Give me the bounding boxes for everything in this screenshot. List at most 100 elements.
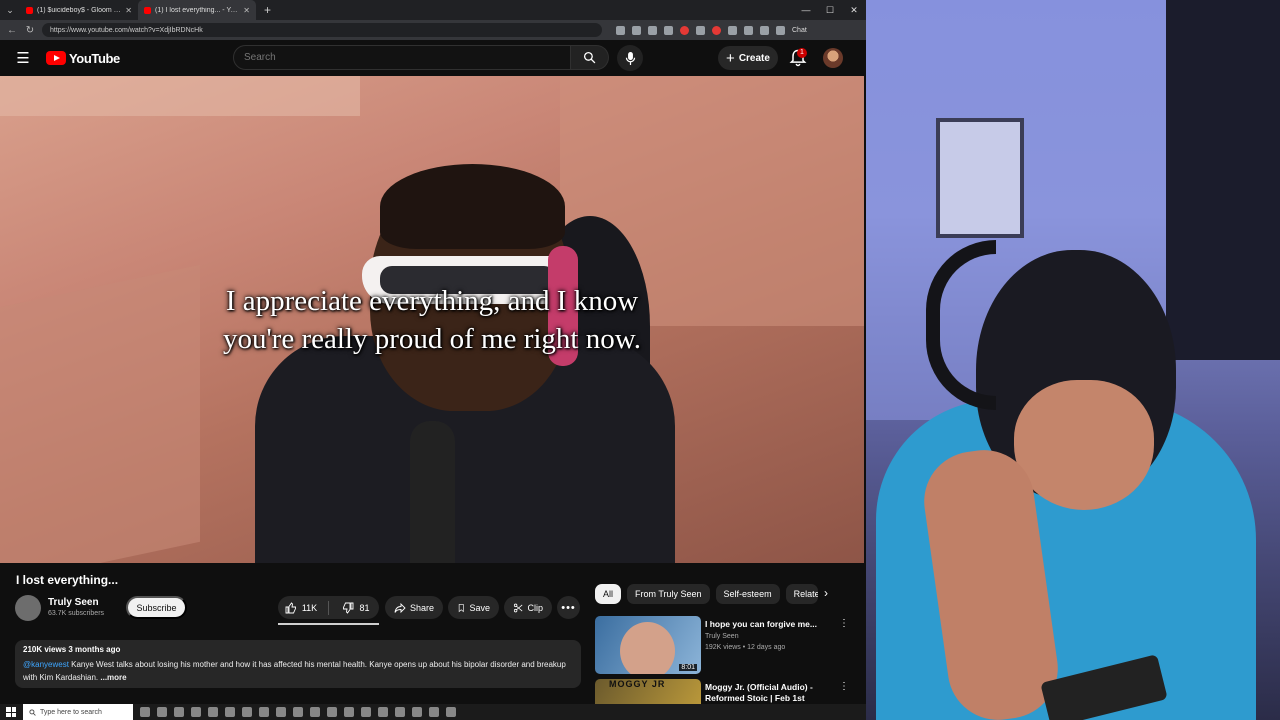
view-count-date: 210K views 3 months ago [23, 645, 121, 654]
channel-avatar[interactable] [15, 595, 41, 621]
clip-button[interactable]: Clip [504, 596, 552, 619]
recommendation-item[interactable]: MOGGY JR Moggy Jr. (Official Audio) - Re… [595, 679, 855, 704]
folder-icon[interactable] [208, 707, 218, 717]
youtube-logo[interactable]: YouTube [46, 51, 120, 66]
minimize-icon[interactable]: — [794, 5, 818, 16]
extension-icon[interactable] [632, 25, 641, 35]
screen: ⌄ (1) $uicideboy$ - Gloom - YouTube ✕ (1… [0, 0, 1280, 720]
reload-icon[interactable]: ↻ [24, 25, 36, 36]
recommendation-channel[interactable]: Truly Seen [705, 633, 739, 640]
extension-icon[interactable] [712, 25, 721, 35]
back-icon[interactable]: ← [6, 25, 18, 36]
browser-tab-active[interactable]: (1) I lost everything... - YouTube ✕ [138, 0, 256, 20]
create-label: Create [738, 52, 770, 64]
subscriber-count: 63.7K subscribers [48, 610, 105, 617]
video-thumbnail[interactable]: MOGGY JR [595, 679, 701, 704]
app-icon[interactable] [310, 707, 320, 717]
share-button[interactable]: Share [385, 596, 443, 619]
youtube-favicon-icon [144, 6, 151, 14]
extension-icon[interactable] [664, 25, 673, 35]
subscribe-button[interactable]: Subscribe [126, 596, 187, 619]
recommendation-title[interactable]: I hope you can forgive me... [705, 619, 835, 630]
extension-icon[interactable] [616, 25, 625, 35]
chip-self-esteem[interactable]: Self-esteem [715, 584, 780, 604]
window-controls: — ☐ ✕ [794, 5, 866, 16]
youtube-header: ☰ YouTube + Create 1 [0, 40, 866, 76]
app-icon[interactable] [157, 707, 167, 717]
plus-icon: + [726, 49, 735, 67]
url-text: https://www.youtube.com/watch?v=XdjIbRDN… [50, 26, 203, 34]
app-icon[interactable] [225, 707, 235, 717]
search-icon [583, 51, 596, 64]
extension-icon[interactable] [680, 25, 689, 35]
more-horizontal-icon: ••• [561, 601, 576, 614]
recommendation-meta: 192K views • 12 days ago [705, 644, 786, 651]
chip-all[interactable]: All [595, 584, 622, 604]
description-text: @kanyewest Kanye West talks about losing… [23, 658, 573, 684]
app-icon[interactable] [395, 707, 405, 717]
create-button[interactable]: + Create [718, 46, 778, 70]
voice-search-button[interactable] [617, 45, 643, 71]
extensions-puzzle-icon[interactable] [744, 25, 753, 35]
steam-icon[interactable] [446, 707, 456, 717]
bookmark-icon [458, 603, 464, 612]
clip-label: Clip [527, 602, 543, 613]
close-window-icon[interactable]: ✕ [842, 5, 866, 16]
task-view-icon[interactable] [140, 707, 150, 717]
chat-extension-label[interactable]: Chat [792, 27, 807, 34]
windows-start-icon[interactable] [6, 707, 16, 717]
chrome-icon[interactable] [174, 707, 184, 717]
video-thumbnail[interactable]: 8:01 [595, 616, 701, 674]
chip-related[interactable]: Related [785, 584, 818, 604]
app-icon[interactable] [344, 707, 354, 717]
extension-icon[interactable] [728, 25, 737, 35]
description-box[interactable]: 210K views 3 months ago @kanyewest Kanye… [15, 640, 581, 688]
app-icon[interactable] [429, 707, 439, 717]
channel-name[interactable]: Truly Seen [48, 597, 99, 608]
like-dislike-group: 11K 81 [278, 596, 379, 619]
tab-search-icon[interactable]: ⌄ [0, 0, 20, 20]
dislike-button[interactable]: 81 [333, 596, 379, 619]
kebab-menu-icon[interactable]: ⋮ [839, 618, 849, 629]
close-tab-icon[interactable]: ✕ [243, 6, 250, 15]
extension-icon[interactable] [696, 25, 705, 35]
logo-text: YouTube [69, 50, 120, 66]
account-avatar[interactable] [823, 48, 843, 68]
app-icon[interactable] [242, 707, 252, 717]
chevron-right-icon[interactable]: › [824, 586, 828, 600]
app-icon[interactable] [191, 707, 201, 717]
bookmark-star-icon[interactable] [648, 25, 657, 35]
app-icon[interactable] [276, 707, 286, 717]
mention-link[interactable]: @kanyewest [23, 660, 69, 669]
youtube-favicon-icon [26, 6, 33, 14]
address-bar[interactable]: https://www.youtube.com/watch?v=XdjIbRDN… [42, 23, 602, 37]
save-button[interactable]: Save [448, 596, 499, 619]
menu-icon[interactable] [776, 25, 785, 35]
like-button[interactable]: 11K [278, 596, 324, 619]
like-underline [278, 623, 379, 625]
app-icon[interactable] [327, 707, 337, 717]
recommendation-title[interactable]: Moggy Jr. (Official Audio) - Reformed St… [705, 682, 835, 704]
app-icon[interactable] [293, 707, 303, 717]
show-more-link[interactable]: ...more [100, 673, 126, 682]
search-input[interactable] [233, 45, 571, 70]
app-icon[interactable] [378, 707, 388, 717]
browser-tab-gloom[interactable]: (1) $uicideboy$ - Gloom - YouTube ✕ [20, 0, 138, 20]
taskbar-search[interactable]: Type here to search [23, 704, 133, 720]
kebab-menu-icon[interactable]: ⋮ [839, 681, 849, 692]
notification-badge: 1 [797, 48, 807, 58]
new-tab-button[interactable]: + [256, 3, 279, 17]
app-icon[interactable] [259, 707, 269, 717]
search-button[interactable] [571, 45, 609, 70]
video-player[interactable]: I appreciate everything, and I know you'… [0, 76, 864, 563]
app-icon[interactable] [361, 707, 371, 717]
more-actions-button[interactable]: ••• [557, 596, 580, 619]
recommendation-item[interactable]: 8:01 I hope you can forgive me... Truly … [595, 616, 855, 676]
hamburger-menu-icon[interactable]: ☰ [0, 49, 46, 67]
profile-icon[interactable] [760, 25, 769, 35]
maximize-icon[interactable]: ☐ [818, 5, 842, 16]
thumbs-down-icon [343, 602, 354, 614]
chip-from-channel[interactable]: From Truly Seen [627, 584, 710, 604]
close-tab-icon[interactable]: ✕ [125, 6, 132, 15]
app-icon[interactable] [412, 707, 422, 717]
